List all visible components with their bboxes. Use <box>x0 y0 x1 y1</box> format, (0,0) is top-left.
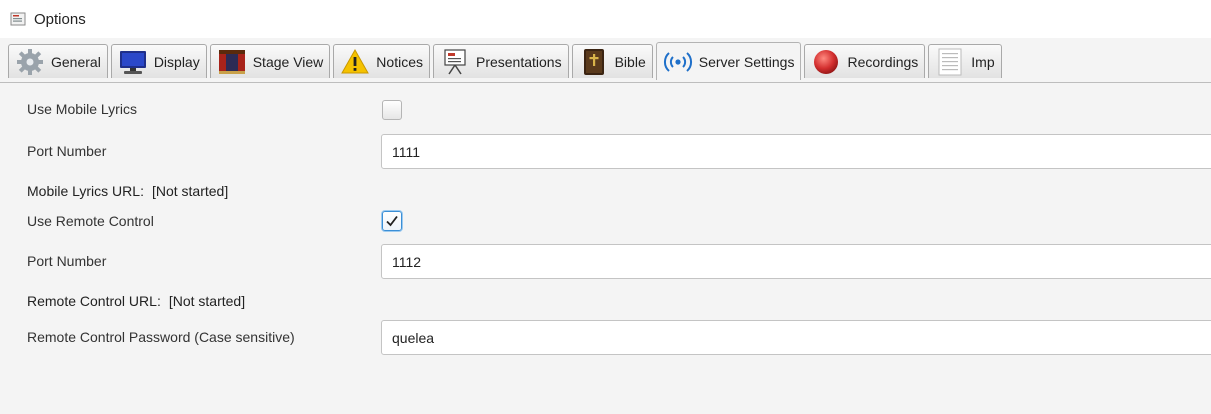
mobile-lyrics-url-label: Mobile Lyrics URL: <box>27 183 144 199</box>
tab-recordings-label: Recordings <box>847 53 919 70</box>
mobile-port-label: Port Number <box>27 143 107 159</box>
tab-notices[interactable]: Notices <box>333 44 430 78</box>
stage-icon <box>218 49 245 74</box>
gear-icon <box>17 48 43 75</box>
remote-password-label: Remote Control Password (Case sensitive) <box>27 329 295 345</box>
tab-recordings[interactable]: Recordings <box>804 44 926 78</box>
remote-password-input[interactable] <box>381 320 1211 355</box>
server-settings-panel: Use Mobile Lyrics Port Number Mobile Lyr… <box>0 83 1211 414</box>
mobile-lyrics-url: Mobile Lyrics URL: [Not started] <box>27 183 228 199</box>
tab-stage-view[interactable]: Stage View <box>209 44 331 78</box>
tab-display-label: Display <box>153 53 200 70</box>
tab-notices-label: Notices <box>376 53 423 70</box>
options-tab-bar: General Display Stage View Notices Prese… <box>0 42 1211 83</box>
window-title: Options <box>34 10 86 28</box>
use-remote-control-checkbox[interactable] <box>382 211 402 231</box>
tab-presentations-label: Presentations <box>475 53 562 70</box>
broadcast-icon <box>663 51 692 72</box>
tab-presentations[interactable]: Presentations <box>432 44 569 78</box>
presentation-icon <box>444 48 466 74</box>
tab-stage-view-label: Stage View <box>252 53 324 70</box>
use-remote-control-label: Use Remote Control <box>27 213 154 229</box>
tab-bible-label: Bible <box>614 53 646 70</box>
tab-general-label: General <box>51 53 101 70</box>
window-titlebar: Options <box>0 0 1211 38</box>
use-mobile-lyrics-checkbox[interactable] <box>382 100 402 120</box>
monitor-icon <box>119 50 146 74</box>
remote-control-url-label: Remote Control URL: <box>27 293 161 309</box>
tab-import-label: Imp <box>971 53 995 70</box>
tab-bible[interactable]: Bible <box>571 44 653 78</box>
remote-control-url-value: [Not started] <box>168 293 246 309</box>
document-icon <box>938 48 962 75</box>
warning-icon <box>341 48 370 73</box>
remote-control-url: Remote Control URL: [Not started] <box>27 293 245 309</box>
options-app-icon <box>10 12 26 26</box>
tab-server-settings[interactable]: Server Settings <box>655 42 802 80</box>
remote-port-input[interactable] <box>381 244 1211 279</box>
mobile-port-input[interactable] <box>381 134 1211 169</box>
tab-display[interactable]: Display <box>110 44 207 78</box>
use-mobile-lyrics-label: Use Mobile Lyrics <box>27 101 137 117</box>
record-icon <box>814 49 839 74</box>
mobile-lyrics-url-value: [Not started] <box>151 183 229 199</box>
tab-server-settings-label: Server Settings <box>698 53 795 70</box>
tab-general[interactable]: General <box>8 44 108 78</box>
tab-import[interactable]: Imp <box>928 44 1002 78</box>
remote-port-label: Port Number <box>27 253 107 269</box>
bible-icon <box>583 48 604 75</box>
checkmark-icon <box>386 215 398 227</box>
